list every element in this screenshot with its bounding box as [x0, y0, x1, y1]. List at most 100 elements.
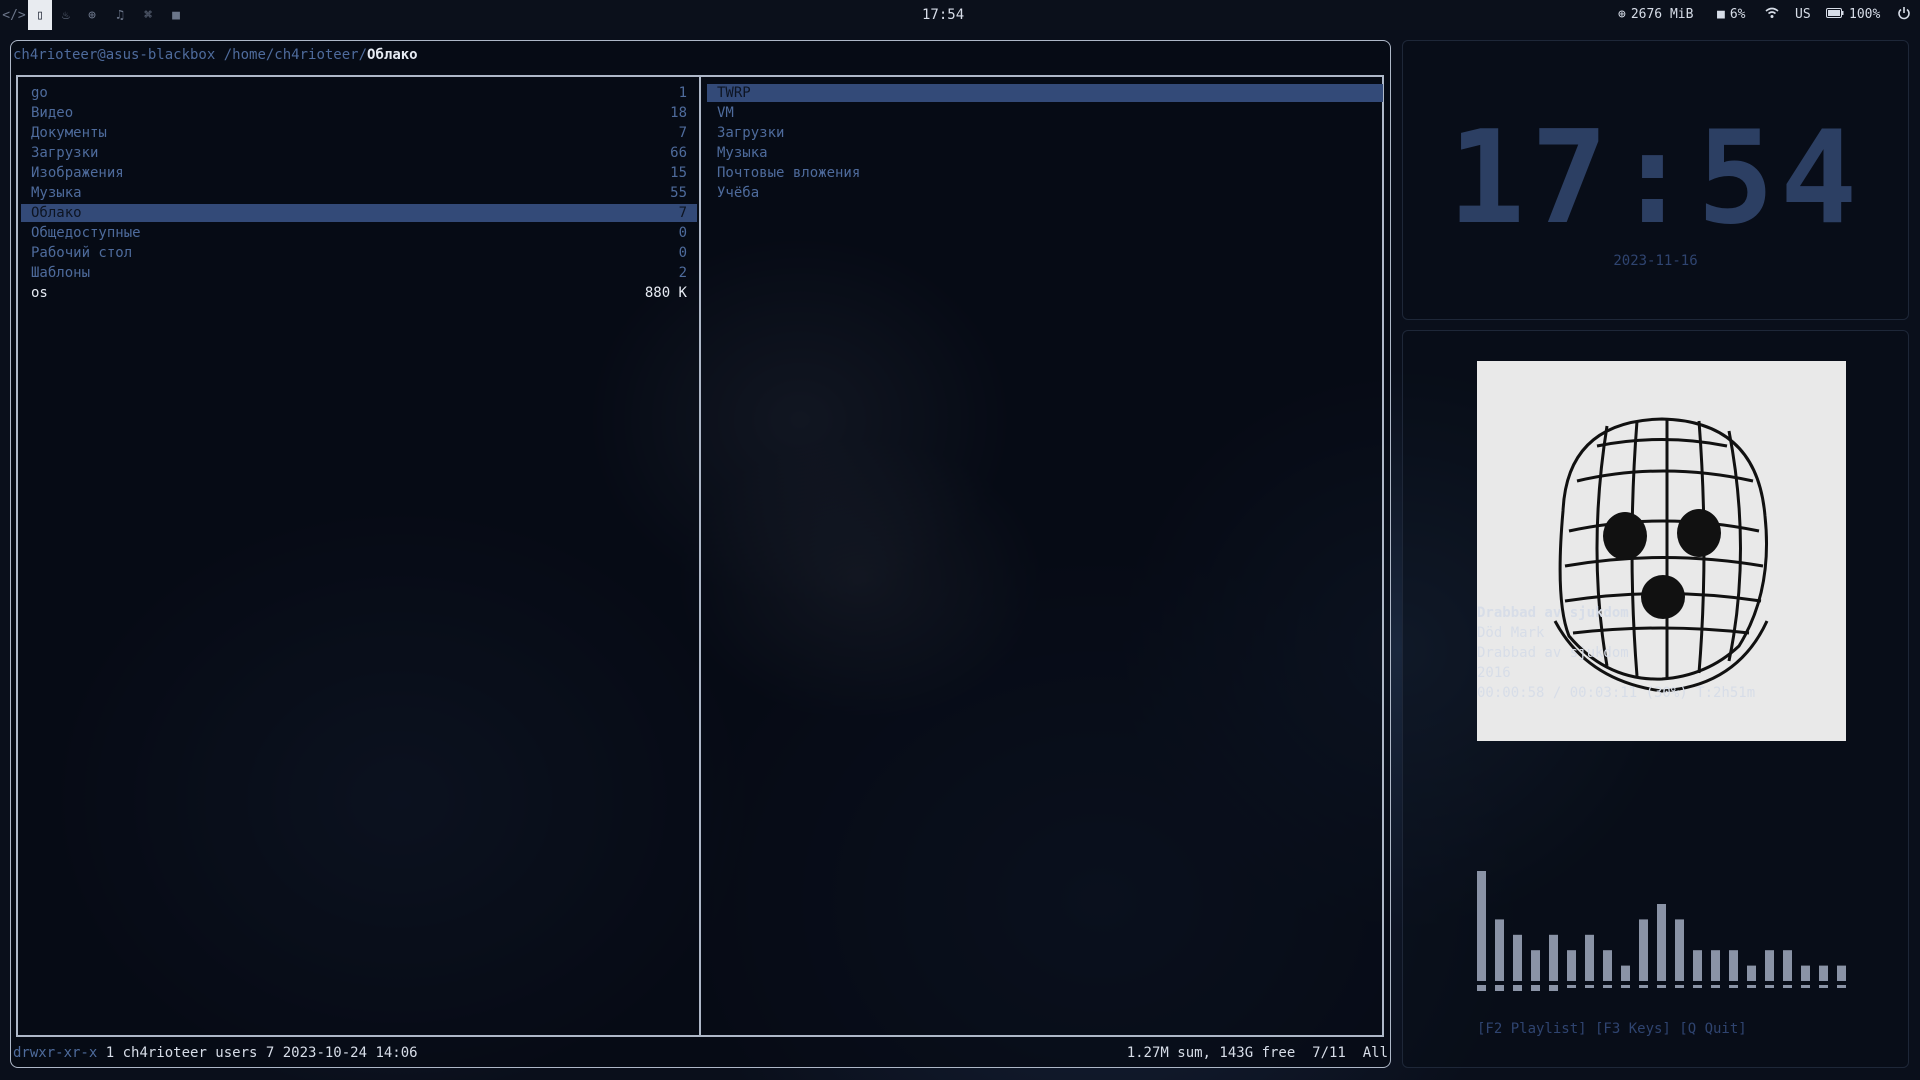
entry-count: 15: [670, 165, 687, 181]
gamepad-icon[interactable]: ⌘: [136, 0, 160, 30]
visualizer-bar: [1549, 934, 1558, 981]
visualizer-base: [1549, 985, 1558, 991]
track-progress: 00:00:58 / 00:03:11 (30%) T:2h51m: [1477, 685, 1756, 701]
visualizer-bar: [1495, 919, 1504, 981]
file-status-line: drwxr-xr-x 1 ch4rioteer users 7 2023-10-…: [13, 1045, 418, 1061]
directory-entry[interactable]: Видео 18: [21, 104, 697, 122]
visualizer-base: [1765, 985, 1774, 988]
visualizer-bar: [1639, 919, 1648, 981]
entry-name: VM: [717, 105, 734, 121]
wifi-icon: [1765, 7, 1779, 23]
entry-count: 55: [670, 185, 687, 201]
visualizer-bar: [1693, 950, 1702, 981]
code-icon[interactable]: </>: [2, 0, 26, 30]
terminal-title: ch4rioteer@asus-blackbox /home/ch4riotee…: [13, 47, 418, 63]
music-player[interactable]: Drabbad av sjukdom Död Mark Drabbad av s…: [1402, 330, 1909, 1068]
visualizer-bar: [1747, 965, 1756, 981]
album-cover: [1477, 361, 1846, 741]
entry-name: Учёба: [717, 185, 760, 201]
preview-entry[interactable]: Загрузки: [707, 124, 1383, 142]
preview-entry[interactable]: TWRP: [707, 84, 1383, 102]
visualizer-base: [1747, 985, 1756, 988]
memory-icon: ⊕: [1618, 7, 1626, 22]
headphones-icon[interactable]: ♫: [108, 0, 132, 30]
clock-widget: 17:54 2023-11-16: [1402, 40, 1909, 320]
visualizer-bar: [1567, 950, 1576, 981]
entry-name: Видео: [31, 105, 74, 121]
cpu-icon: ■: [1717, 7, 1725, 22]
directory-entry[interactable]: go 1: [21, 84, 697, 102]
preview-entry[interactable]: Почтовые вложения: [707, 164, 1383, 182]
visualizer-bar: [1513, 934, 1522, 981]
track-album: Drabbad av sjukdom: [1477, 645, 1629, 661]
visualizer-bar: [1477, 871, 1486, 981]
entry-name: Рабочий стол: [31, 245, 133, 261]
directory-entry[interactable]: Изображения 15: [21, 164, 697, 182]
entry-name: Загрузки: [717, 125, 785, 141]
power-icon[interactable]: [1897, 6, 1911, 20]
directory-entry[interactable]: Облако 7: [21, 204, 697, 222]
entry-name: Загрузки: [31, 145, 99, 161]
visualizer-bar: [1819, 965, 1828, 981]
entry-name: Изображения: [31, 165, 124, 181]
entry-count: 0: [678, 225, 687, 241]
visualizer-base: [1495, 985, 1504, 991]
directory-entry[interactable]: Шаблоны 2: [21, 264, 697, 282]
directory-entry[interactable]: Загрузки 66: [21, 144, 697, 162]
visualizer-bar: [1603, 950, 1612, 981]
visualizer-bar: [1801, 965, 1810, 981]
globe-icon[interactable]: ⊕: [80, 0, 104, 30]
entry-name: Музыка: [717, 145, 768, 161]
wifi-indicator[interactable]: [1765, 7, 1779, 23]
visualizer-base: [1477, 985, 1486, 991]
visualizer-base: [1639, 985, 1648, 988]
visualizer-bar: [1531, 950, 1540, 981]
entry-name: Документы: [31, 125, 107, 141]
track-year: 2016: [1477, 665, 1511, 681]
visualizer-base: [1675, 985, 1684, 988]
video-icon[interactable]: ■: [164, 0, 188, 30]
entry-name: Шаблоны: [31, 265, 91, 281]
keyboard-layout[interactable]: US: [1795, 7, 1811, 22]
entry-name: Общедоступные: [31, 225, 141, 241]
directory-entry[interactable]: Рабочий стол 0: [21, 244, 697, 262]
directory-entry[interactable]: Документы 7: [21, 124, 697, 142]
visualizer-base: [1801, 985, 1810, 988]
visualizer-base: [1657, 985, 1666, 988]
visualizer-bar: [1765, 950, 1774, 981]
battery-icon: [1826, 7, 1844, 22]
top-bar: </> ▯ ♨ ⊕ ♫ ⌘ ■ 17:54 ⊕ 2676 MiB ■ 6% US 100%: [0, 0, 1920, 30]
visualizer-base: [1513, 985, 1522, 991]
visualizer-base: [1531, 985, 1540, 991]
track-artist: Död Mark: [1477, 625, 1545, 641]
directory-entry[interactable]: Музыка 55: [21, 184, 697, 202]
directory-entry[interactable]: os 880 K: [21, 284, 697, 302]
preview-entry[interactable]: VM: [707, 104, 1383, 122]
entry-count: 1: [678, 85, 687, 101]
visualizer-bar: [1621, 965, 1630, 981]
top-clock: 17:54: [922, 7, 965, 23]
file-icon[interactable]: ▯: [28, 0, 52, 30]
big-clock: 17:54: [1447, 104, 1864, 253]
entry-count: 2: [678, 265, 687, 281]
visualizer-base: [1837, 985, 1846, 988]
preview-entry[interactable]: Учёба: [707, 184, 1383, 202]
track-title: Drabbad av sjukdom: [1477, 605, 1629, 621]
preview-entry[interactable]: Музыка: [707, 144, 1383, 162]
entry-count: 18: [670, 105, 687, 121]
entry-count: 7: [678, 125, 687, 141]
visualizer-bar: [1729, 950, 1738, 981]
terminal-window[interactable]: ch4rioteer@asus-blackbox /home/ch4riotee…: [10, 40, 1391, 1068]
audio-visualizer: [1477, 871, 1846, 991]
visualizer-base: [1693, 985, 1702, 988]
directory-entry[interactable]: Общедоступные 0: [21, 224, 697, 242]
fire-icon[interactable]: ♨: [54, 0, 78, 30]
clock-date: 2023-11-16: [1613, 253, 1698, 269]
visualizer-base: [1729, 985, 1738, 988]
visualizer-base: [1567, 985, 1576, 988]
entry-name: Облако: [31, 205, 82, 221]
key-hints: [F2 Playlist] [F3 Keys] [Q Quit]: [1477, 1021, 1747, 1037]
visualizer-bar: [1675, 919, 1684, 981]
entry-name: os: [31, 285, 48, 301]
entry-name: go: [31, 85, 48, 101]
